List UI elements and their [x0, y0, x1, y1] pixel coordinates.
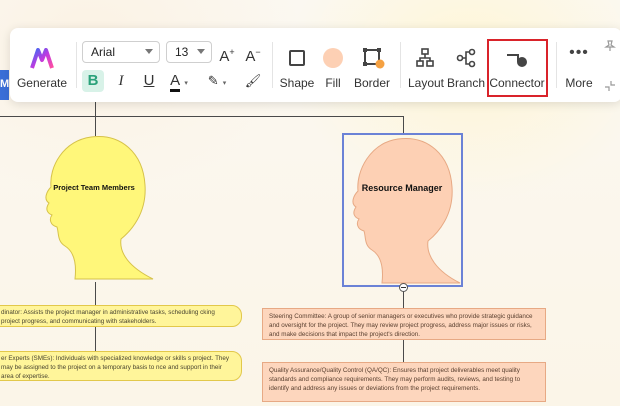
collapse-toggle-icon[interactable]: [399, 283, 408, 292]
chevron-down-icon: [197, 49, 205, 54]
generate-button[interactable]: Generate: [14, 76, 70, 90]
border-button[interactable]: Border: [352, 76, 392, 90]
more-icon[interactable]: •••: [566, 45, 592, 64]
list-item[interactable]: er Experts (SMEs): Individuals with spec…: [0, 351, 242, 381]
left-panel-tab[interactable]: M: [0, 70, 9, 100]
connector-button[interactable]: Connector: [488, 76, 546, 90]
list-item[interactable]: Quality Assurance/Quality Control (QA/QC…: [262, 362, 546, 402]
collapse-toolbar-icon[interactable]: [604, 80, 616, 92]
font-family-select[interactable]: Arial: [82, 41, 160, 63]
divider: [400, 42, 401, 88]
shape-icon[interactable]: [289, 50, 305, 66]
node-label-project-team-members: Project Team Members: [53, 183, 135, 192]
shape-button[interactable]: Shape: [278, 76, 316, 90]
font-color-button[interactable]: A ▾: [166, 70, 192, 92]
highlighter-button[interactable]: ✎ ▾: [204, 70, 230, 92]
list-item[interactable]: dinator: Assists the project manager in …: [0, 305, 242, 327]
divider: [76, 42, 77, 88]
more-button[interactable]: More: [562, 76, 596, 90]
fill-button[interactable]: Fill: [320, 76, 346, 90]
branch-button[interactable]: Branch: [446, 76, 486, 90]
fill-swatch-icon[interactable]: [323, 48, 343, 68]
head-silhouette-icon: [352, 138, 461, 284]
connector-line: [403, 290, 404, 308]
layout-button[interactable]: Layout: [406, 76, 446, 90]
node-label-resource-manager: Resource Manager: [361, 183, 443, 193]
project-team-members-node[interactable]: [35, 133, 157, 283]
chevron-down-icon: [145, 49, 153, 54]
highlighter-icon: ✎: [207, 73, 219, 88]
underline-button[interactable]: U: [138, 70, 160, 92]
chevron-down-icon: ▾: [184, 80, 188, 87]
connector-line: [95, 102, 96, 136]
floating-toolbar: Generate Arial 13 A+ A− B I U A ▾ ✎ ▾ 🖌 …: [10, 28, 620, 102]
chevron-down-icon: ▾: [222, 80, 227, 87]
resource-manager-node[interactable]: [344, 135, 462, 285]
italic-button[interactable]: I: [110, 70, 132, 92]
font-size-select[interactable]: 13: [166, 41, 212, 63]
layout-icon[interactable]: [416, 48, 434, 68]
format-painter-button[interactable]: 🖌: [242, 70, 264, 92]
branch-icon[interactable]: [456, 48, 476, 68]
connector-line: [403, 116, 404, 134]
decrease-font-button[interactable]: A−: [242, 41, 264, 65]
connector-line: [95, 326, 96, 352]
divider: [556, 42, 557, 88]
connector-line: [0, 116, 404, 117]
border-icon[interactable]: [362, 47, 386, 69]
connector-line: [95, 282, 96, 306]
pin-icon[interactable]: [604, 40, 616, 52]
head-silhouette-icon: [45, 136, 154, 280]
increase-font-button[interactable]: A+: [216, 41, 238, 65]
list-item[interactable]: Steering Committee: A group of senior ma…: [262, 308, 546, 340]
bold-button[interactable]: B: [82, 70, 104, 92]
divider: [272, 42, 273, 88]
connector-icon[interactable]: [506, 50, 530, 68]
ai-generate-icon[interactable]: [30, 48, 54, 70]
format-painter-icon: 🖌: [244, 73, 262, 88]
